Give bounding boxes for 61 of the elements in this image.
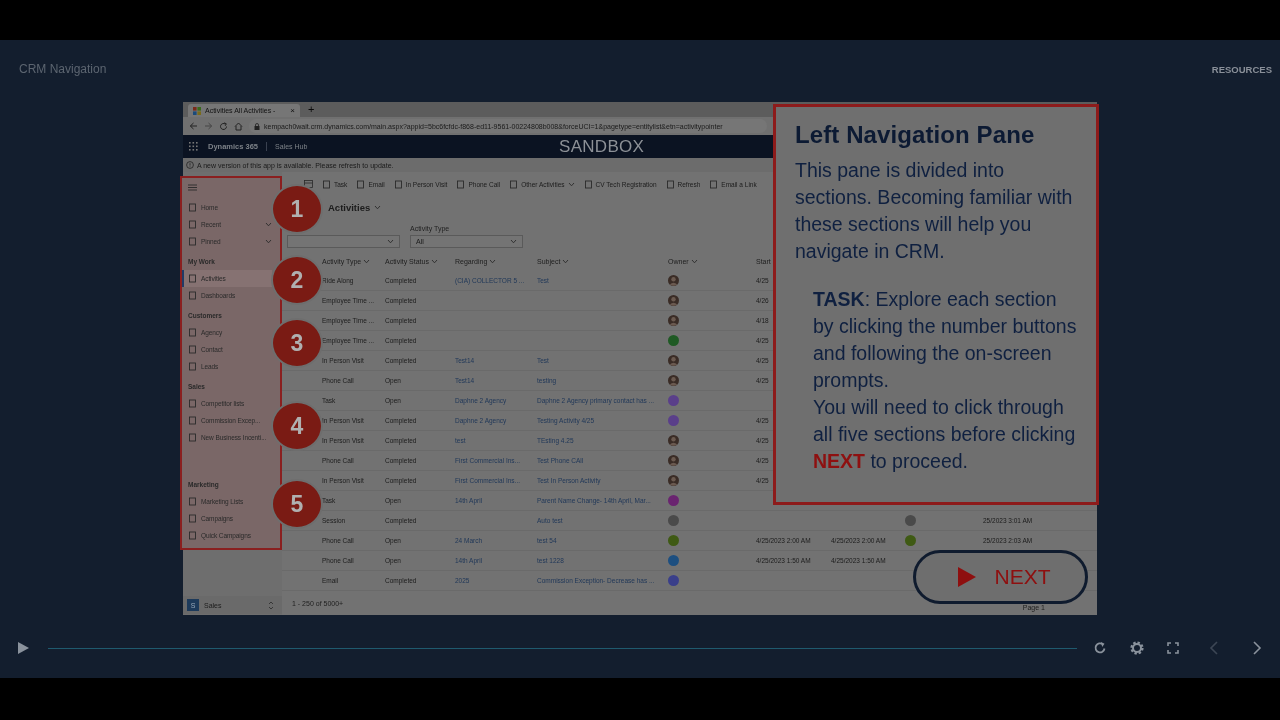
number-button[interactable]: 4 [271, 401, 323, 451]
play-icon [958, 567, 977, 587]
chevron-icon [265, 239, 272, 244]
page-icon [456, 179, 466, 189]
next-slide-button[interactable] [1252, 641, 1262, 655]
menu-icon[interactable] [188, 184, 197, 191]
number-button[interactable]: 5 [271, 479, 323, 529]
resources-button[interactable]: RESOURCES [1211, 63, 1272, 75]
avatar-icon [668, 295, 679, 306]
course-title: CRM Navigation [19, 62, 107, 76]
play-button[interactable] [16, 641, 30, 655]
avatar-icon [668, 475, 679, 486]
avatar-icon [668, 355, 679, 366]
up-down-icon [268, 600, 274, 610]
number-button[interactable]: 3 [271, 318, 323, 368]
avatar-icon [668, 435, 679, 446]
lock-icon [254, 122, 260, 130]
forward-icon[interactable] [204, 122, 213, 130]
task-text: TASK: Explore each section by clicking the number buttons and following the on-screen prompts. [812, 287, 1078, 393]
callout-text: This pane is divided into sections. Becoming familiar with these sections will help you navigate in CRM. [795, 158, 1074, 264]
page-icon [709, 179, 719, 189]
avatar-icon [668, 275, 679, 286]
settings-button[interactable] [1129, 640, 1145, 656]
page-icon [393, 179, 403, 189]
close-tab-button[interactable]: × [290, 106, 295, 115]
info-icon [186, 161, 194, 169]
new-tab-button[interactable]: + [308, 104, 315, 115]
avatar-icon [668, 315, 679, 326]
windows-logo-icon [193, 106, 201, 115]
back-icon[interactable] [189, 122, 198, 130]
page-icon [322, 179, 331, 189]
chevron-icon [265, 222, 272, 227]
chevron-icon [374, 204, 382, 210]
page-icon [509, 179, 519, 189]
chevron-icon [510, 239, 517, 244]
callout-title: Left Navigation Pane [795, 121, 1036, 149]
chevron-icon [387, 239, 394, 244]
avatar-icon [668, 455, 679, 466]
chevron-icon [567, 181, 575, 187]
fullscreen-button[interactable] [1167, 642, 1179, 654]
replay-button[interactable] [1093, 641, 1107, 655]
chevron-icon [430, 259, 438, 264]
number-button[interactable]: 1 [271, 184, 323, 234]
instruction-text: You will need to click through all five sections before clicking NEXT to proceed. [812, 395, 1077, 474]
page-icon [583, 179, 593, 189]
number-button[interactable]: 2 [271, 255, 323, 305]
page-icon [665, 179, 675, 189]
chevron-icon [363, 259, 371, 264]
page-icon [356, 179, 366, 189]
chevron-icon [562, 259, 570, 264]
home-icon[interactable] [234, 121, 243, 131]
filter-dropdown[interactable] [287, 235, 400, 248]
app-launcher-icon[interactable] [189, 142, 198, 151]
environment-label: SANDBOX [559, 137, 645, 157]
chevron-icon [489, 259, 497, 264]
reload-icon[interactable] [219, 121, 228, 131]
chevron-icon [690, 259, 698, 264]
view-title[interactable]: Activities [328, 201, 371, 213]
next-button[interactable]: NEXT [913, 550, 1088, 604]
grid-icon[interactable] [304, 180, 313, 188]
avatar-icon [668, 375, 679, 386]
